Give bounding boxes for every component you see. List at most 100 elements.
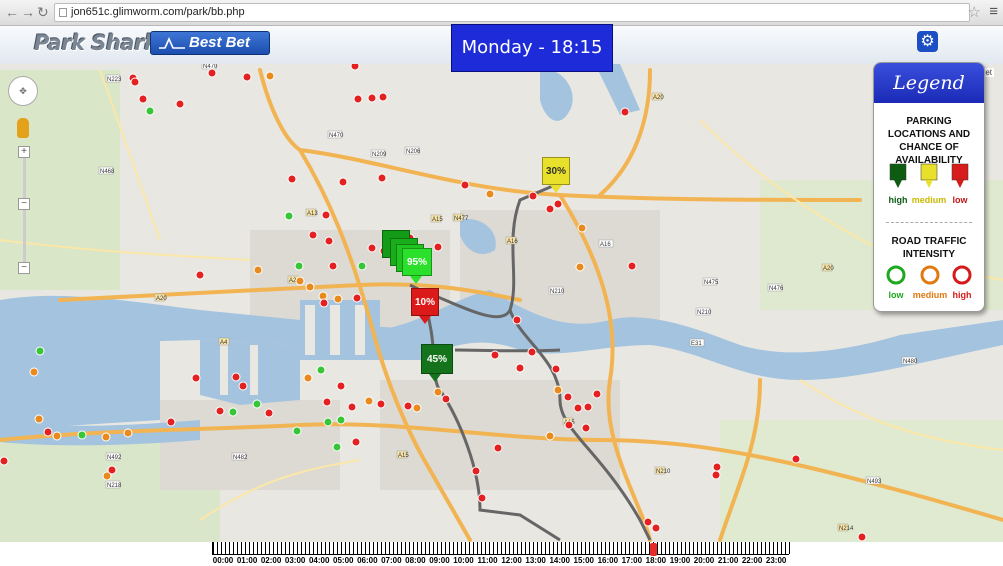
- traffic-dot[interactable]: [195, 270, 205, 280]
- traffic-dot[interactable]: [29, 367, 39, 377]
- address-bar[interactable]: jon651c.glimworm.com/park/bb.php: [54, 3, 970, 22]
- traffic-dot[interactable]: [441, 394, 451, 404]
- timeline-hour-label[interactable]: 06:00: [355, 556, 379, 565]
- traffic-dot[interactable]: [323, 417, 333, 427]
- traffic-dot[interactable]: [791, 454, 801, 464]
- traffic-dot[interactable]: [545, 204, 555, 214]
- traffic-dot[interactable]: [357, 261, 367, 271]
- traffic-dot[interactable]: [145, 106, 155, 116]
- traffic-dot[interactable]: [433, 387, 443, 397]
- traffic-dot[interactable]: [284, 211, 294, 221]
- traffic-dot[interactable]: [553, 199, 563, 209]
- traffic-dot[interactable]: [583, 402, 593, 412]
- timeline-cursor[interactable]: [650, 543, 657, 556]
- zoom-in-button[interactable]: +: [18, 146, 30, 158]
- traffic-dot[interactable]: [564, 420, 574, 430]
- zoom-handle[interactable]: −: [18, 198, 30, 210]
- timeline-hour-label[interactable]: 11:00: [476, 556, 500, 565]
- traffic-dot[interactable]: [581, 423, 591, 433]
- traffic-dot[interactable]: [242, 72, 252, 82]
- parking-marker[interactable]: 95%: [402, 248, 432, 284]
- traffic-dot[interactable]: [264, 408, 274, 418]
- traffic-dot[interactable]: [336, 415, 346, 425]
- traffic-dot[interactable]: [573, 403, 583, 413]
- traffic-dot[interactable]: [367, 243, 377, 253]
- traffic-dot[interactable]: [322, 397, 332, 407]
- traffic-dot[interactable]: [207, 68, 217, 78]
- parking-marker[interactable]: 10%: [411, 288, 439, 324]
- traffic-dot[interactable]: [620, 107, 630, 117]
- timeline-hour-label[interactable]: 21:00: [716, 556, 740, 565]
- traffic-dot[interactable]: [512, 315, 522, 325]
- reload-icon[interactable]: ↻: [37, 4, 49, 20]
- traffic-dot[interactable]: [553, 385, 563, 395]
- traffic-dot[interactable]: [712, 462, 722, 472]
- traffic-dot[interactable]: [711, 470, 721, 480]
- traffic-dot[interactable]: [295, 276, 305, 286]
- traffic-dot[interactable]: [490, 350, 500, 360]
- traffic-dot[interactable]: [471, 466, 481, 476]
- timeline-hour-label[interactable]: 12:00: [500, 556, 524, 565]
- traffic-dot[interactable]: [493, 443, 503, 453]
- traffic-dot[interactable]: [303, 373, 313, 383]
- traffic-dot[interactable]: [228, 407, 238, 417]
- timeline-hour-label[interactable]: 17:00: [620, 556, 644, 565]
- traffic-dot[interactable]: [175, 99, 185, 109]
- traffic-dot[interactable]: [377, 173, 387, 183]
- traffic-dot[interactable]: [515, 363, 525, 373]
- traffic-dot[interactable]: [627, 261, 637, 271]
- back-arrow-icon[interactable]: ←: [5, 4, 19, 20]
- traffic-dot[interactable]: [527, 347, 537, 357]
- traffic-dot[interactable]: [351, 437, 361, 447]
- timeline-hour-label[interactable]: 22:00: [740, 556, 764, 565]
- traffic-dot[interactable]: [336, 381, 346, 391]
- traffic-dot[interactable]: [333, 294, 343, 304]
- traffic-dot[interactable]: [292, 426, 302, 436]
- traffic-dot[interactable]: [316, 365, 326, 375]
- traffic-dot[interactable]: [265, 71, 275, 81]
- traffic-dot[interactable]: [191, 373, 201, 383]
- pan-control[interactable]: ✥: [8, 76, 38, 106]
- traffic-dot[interactable]: [305, 282, 315, 292]
- traffic-dot[interactable]: [324, 236, 334, 246]
- traffic-dot[interactable]: [592, 389, 602, 399]
- timeline-hour-label[interactable]: 19:00: [668, 556, 692, 565]
- traffic-dot[interactable]: [350, 64, 360, 71]
- traffic-dot[interactable]: [364, 396, 374, 406]
- traffic-dot[interactable]: [376, 399, 386, 409]
- traffic-dot[interactable]: [35, 346, 45, 356]
- traffic-dot[interactable]: [0, 456, 9, 466]
- traffic-dot[interactable]: [319, 298, 329, 308]
- traffic-dot[interactable]: [367, 93, 377, 103]
- traffic-dot[interactable]: [575, 262, 585, 272]
- map-canvas[interactable]: N223 N470 A13 N209 N206 A20 N468 A4 A20 …: [0, 64, 1003, 542]
- traffic-dot[interactable]: [166, 417, 176, 427]
- best-bet-button[interactable]: Best Bet: [150, 31, 270, 55]
- traffic-dot[interactable]: [378, 92, 388, 102]
- timeline-hour-label[interactable]: 07:00: [379, 556, 403, 565]
- traffic-dot[interactable]: [294, 261, 304, 271]
- timeline-hour-label[interactable]: 09:00: [427, 556, 451, 565]
- timeline-hour-label[interactable]: 23:00: [764, 556, 788, 565]
- traffic-dot[interactable]: [352, 293, 362, 303]
- traffic-dot[interactable]: [528, 191, 538, 201]
- traffic-dot[interactable]: [338, 177, 348, 187]
- traffic-dot[interactable]: [433, 242, 443, 252]
- traffic-dot[interactable]: [563, 392, 573, 402]
- traffic-dot[interactable]: [485, 189, 495, 199]
- parking-marker[interactable]: 30%: [542, 157, 570, 193]
- traffic-dot[interactable]: [332, 442, 342, 452]
- timeline-hour-label[interactable]: 13:00: [524, 556, 548, 565]
- traffic-dot[interactable]: [643, 517, 653, 527]
- traffic-dot[interactable]: [347, 402, 357, 412]
- traffic-dot[interactable]: [34, 414, 44, 424]
- timeline-hour-label[interactable]: 08:00: [403, 556, 427, 565]
- traffic-dot[interactable]: [52, 431, 62, 441]
- traffic-dot[interactable]: [138, 94, 148, 104]
- traffic-dot[interactable]: [328, 261, 338, 271]
- traffic-dot[interactable]: [321, 210, 331, 220]
- zoom-out-button[interactable]: −: [18, 262, 30, 274]
- traffic-dot[interactable]: [460, 180, 470, 190]
- timeline-hour-label[interactable]: 01:00: [235, 556, 259, 565]
- traffic-dot[interactable]: [43, 427, 53, 437]
